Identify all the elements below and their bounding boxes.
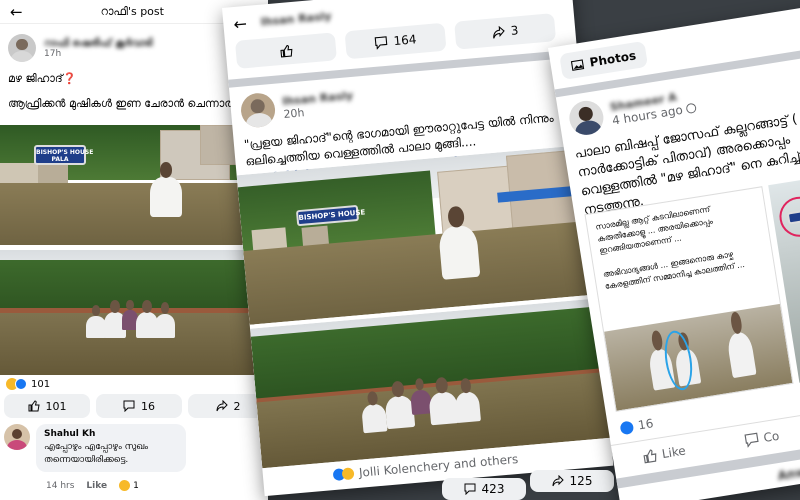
share-icon — [552, 475, 564, 487]
share-count: 2 — [233, 399, 241, 413]
next-post-author[interactable]: Anwar A — [777, 461, 800, 484]
post-time: 17h — [44, 48, 62, 59]
thumbs-up-icon — [279, 44, 292, 58]
sign-sub: PALA — [51, 156, 69, 163]
reactions-summary[interactable]: 16 — [619, 416, 654, 435]
like-button[interactable]: 101 — [4, 394, 90, 418]
meme-photo — [604, 303, 793, 411]
haha-reaction-icon — [341, 467, 355, 481]
author-avatar[interactable] — [566, 98, 606, 138]
photos-icon — [570, 58, 585, 71]
meme-image[interactable]: സാരമില്ല ആറ്റ് കടവിലാണെന്ന് കരുതിക്കോളൂ … — [584, 186, 794, 412]
post-header-title: Ihsan Rasly — [260, 9, 332, 29]
comment-icon — [374, 35, 388, 50]
bishops-house-sign: BISHOP'S HOUSE PALA — [34, 145, 94, 165]
comment-reactions: 1 — [119, 480, 139, 491]
thumbs-up-icon — [28, 400, 40, 412]
like-label: Like — [660, 443, 687, 462]
comment-icon — [744, 432, 759, 448]
comment-reaction-count: 1 — [133, 480, 139, 491]
post-text-line1-text: മഴ ജിഹാദ് — [8, 72, 63, 85]
comment-button[interactable]: Co — [744, 429, 780, 448]
post-header-title: റാഫി's post — [100, 4, 164, 18]
comment-button[interactable]: 423 — [442, 478, 526, 500]
comment-time: 14 hrs — [46, 480, 75, 491]
reactions-summary[interactable]: 101 — [6, 378, 50, 390]
comment-count: 16 — [141, 399, 155, 413]
priest-figure — [437, 224, 481, 280]
reactions-count: 101 — [31, 378, 51, 390]
thumbs-up-icon — [643, 449, 657, 464]
photos-tab[interactable]: Photos — [559, 40, 648, 81]
back-arrow-icon[interactable]: ← — [10, 3, 23, 21]
post-text-line2: ആഫ്രിക്കൻ മുഷികൾ ഇണ ചേരാൻ ചെന്നാൽ ചിരിച്… — [0, 86, 268, 111]
post-photo-1[interactable]: BISHOP'S HOUSE — [236, 144, 599, 325]
share-icon — [492, 25, 505, 39]
author-avatar[interactable] — [8, 34, 36, 62]
highlight-circle — [776, 193, 800, 240]
action-bar: 101 16 2 — [4, 394, 268, 418]
globe-icon — [685, 102, 698, 114]
reactions-count: 16 — [637, 416, 655, 433]
like-button[interactable]: Like — [642, 444, 687, 465]
comment-item: Shahul Kh എപ്പോഴും എപ്പോഴും സുഖം തന്നെയാ… — [4, 424, 186, 472]
comment-count: 423 — [481, 482, 505, 496]
author-name[interactable]: റാഫി ഷെരീഫ് കൂർവാടി — [44, 38, 153, 49]
share-count: 3 — [510, 23, 519, 38]
share-icon — [216, 400, 228, 412]
share-count: 125 — [569, 474, 593, 488]
comment-author[interactable]: Shahul Kh — [44, 429, 178, 439]
comment-text: എപ്പോഴും എപ്പോഴും സുഖം തന്നെയായിരിക്കട്ട… — [44, 442, 149, 465]
share-button[interactable]: 125 — [530, 470, 614, 492]
post-photo-2[interactable] — [250, 298, 611, 469]
comment-icon — [464, 483, 476, 495]
like-count: 101 — [45, 399, 67, 413]
comment-label: Co — [762, 428, 781, 445]
middle-footer-actions: 423 — [442, 478, 526, 500]
comment-button[interactable]: 16 — [96, 394, 182, 418]
back-arrow-icon[interactable]: ← — [233, 13, 248, 33]
priest-figure — [150, 161, 182, 217]
haha-reaction-icon — [119, 480, 131, 491]
photos-tab-label: Photos — [588, 48, 638, 70]
author-avatar[interactable] — [239, 91, 277, 129]
post-photo-2[interactable] — [0, 250, 268, 375]
comment-like-button[interactable]: Like — [86, 481, 107, 491]
comment-count: 164 — [392, 32, 418, 49]
like-reaction-icon — [619, 419, 635, 435]
question-mark-icon: ❓ — [62, 72, 77, 85]
comment-actions: 14 hrs Like 1 — [46, 480, 139, 491]
comment-icon — [123, 400, 135, 412]
comment-bubble: Shahul Kh എപ്പോഴും എപ്പോഴും സുഖം തന്നെയാ… — [36, 424, 186, 472]
sign-title: BISHOP'S HOUSE — [36, 149, 94, 156]
like-reaction-icon — [15, 378, 27, 390]
commenter-avatar[interactable] — [4, 424, 30, 450]
post-photo-1[interactable]: BISHOP'S HOUSE PALA — [0, 125, 268, 245]
